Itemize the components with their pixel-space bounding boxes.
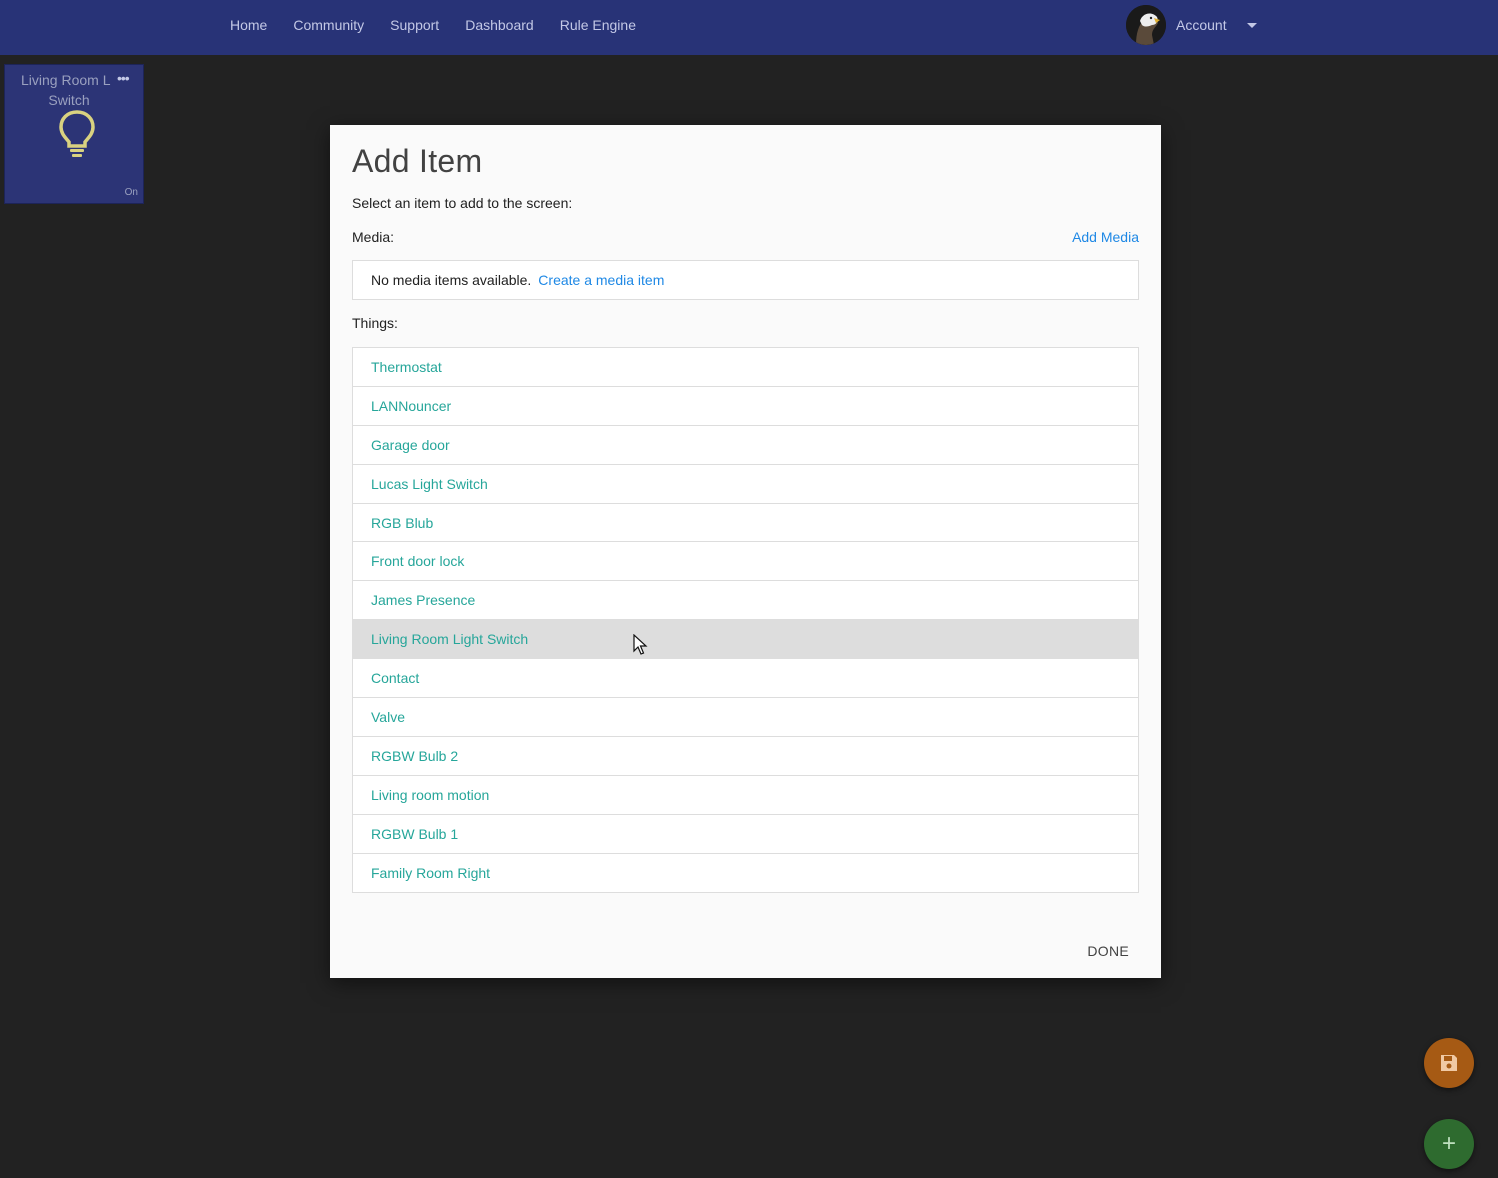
media-label: Media: [352, 229, 395, 245]
list-item[interactable]: Living room motion [353, 776, 1138, 815]
list-item[interactable]: Lucas Light Switch [353, 465, 1138, 504]
done-button[interactable]: DONE [1087, 943, 1129, 959]
modal-subtitle: Select an item to add to the screen: [352, 195, 573, 211]
list-item[interactable]: Family Room Right [353, 854, 1138, 893]
list-item[interactable]: RGBW Bulb 2 [353, 737, 1138, 776]
lightbulb-icon [59, 110, 95, 157]
list-item[interactable]: RGB Blub [353, 504, 1138, 543]
tile-title-line2: Switch [48, 92, 90, 108]
things-label: Things: [352, 315, 398, 331]
nav-home-link[interactable]: Home [230, 17, 267, 33]
list-item[interactable]: Thermostat [353, 348, 1138, 387]
nav-links: Home Community Support Dashboard Rule En… [230, 0, 662, 50]
eagle-avatar-icon [1126, 5, 1166, 45]
save-icon [1441, 1055, 1457, 1071]
save-button[interactable] [1424, 1038, 1474, 1088]
list-item[interactable]: Contact [353, 659, 1138, 699]
list-item[interactable]: LANNouncer [353, 387, 1138, 426]
media-empty-text: No media items available. [371, 272, 532, 288]
tile-title-line1: Living Room L [21, 72, 111, 88]
top-navbar: Home Community Support Dashboard Rule En… [0, 0, 1498, 55]
list-item[interactable]: Front door lock [353, 542, 1138, 582]
device-tile-living-room-light[interactable]: Living Room L Switch ••• On [4, 64, 144, 204]
tile-state: On [124, 187, 138, 198]
avatar [1126, 5, 1166, 45]
more-options-icon[interactable]: ••• [117, 70, 130, 86]
account-label: Account [1176, 17, 1227, 33]
list-item[interactable]: Garage door [353, 426, 1138, 465]
media-box: No media items available. Create a media… [352, 260, 1139, 300]
chevron-down-icon[interactable] [1246, 22, 1257, 28]
add-item-modal: Add Item Select an item to add to the sc… [330, 125, 1161, 978]
list-item[interactable]: James Presence [353, 581, 1138, 621]
list-item[interactable]: Valve [353, 698, 1138, 737]
nav-rule-engine-link[interactable]: Rule Engine [560, 17, 636, 33]
list-item[interactable]: Living Room Light Switch [353, 620, 1138, 660]
account-menu[interactable]: Account [1126, 5, 1257, 45]
nav-dashboard-link[interactable]: Dashboard [465, 17, 534, 33]
modal-title: Add Item [352, 143, 483, 179]
nav-support-link[interactable]: Support [390, 17, 439, 33]
add-media-link[interactable]: Add Media [1072, 229, 1139, 245]
plus-icon: + [1441, 1130, 1456, 1157]
list-item[interactable]: RGBW Bulb 1 [353, 815, 1138, 854]
things-list: Thermostat LANNouncer Garage door Lucas … [352, 347, 1139, 894]
nav-community-link[interactable]: Community [293, 17, 364, 33]
create-media-link[interactable]: Create a media item [538, 272, 664, 288]
add-item-button[interactable]: + [1424, 1119, 1474, 1169]
